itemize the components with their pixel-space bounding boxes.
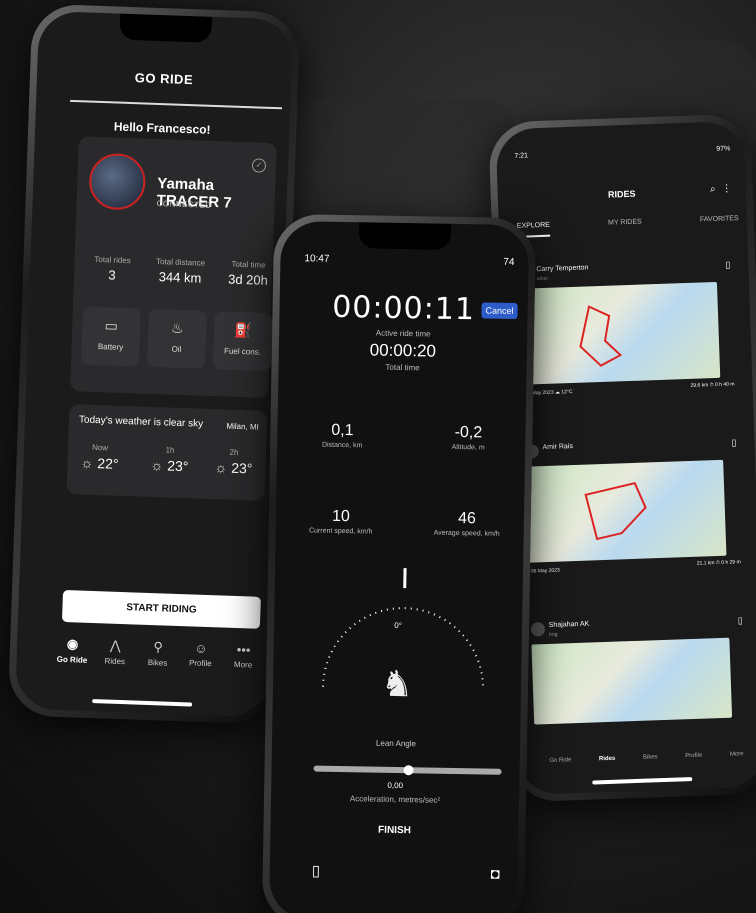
bike-avatar: [88, 152, 147, 211]
weather-location: Milan, MI: [226, 421, 260, 432]
tab-bikes[interactable]: Bikes: [643, 754, 658, 761]
oil-icon: ♨: [170, 319, 184, 337]
sun-icon: ☼: [214, 459, 228, 476]
bottom-tab-bar: Go Ride Rides Bikes Profile More: [535, 751, 756, 765]
sun-icon: ☼: [150, 456, 164, 474]
ride-user: Amir Rais: [542, 443, 574, 452]
acceleration-label: Acceleration, metres/sec²: [349, 794, 441, 805]
ride-date: 06 May 2023: [530, 567, 560, 575]
weather-title: Today's weather is clear sky: [78, 414, 204, 430]
ride-user-sub: hog: [549, 631, 558, 638]
route-map[interactable]: [519, 281, 721, 385]
home-indicator: [92, 699, 193, 707]
lean-angle-label: Lean Angle: [375, 738, 417, 749]
ride-card[interactable]: Carry Temperton other ▯ 06 May 2023 ☁ 12…: [518, 259, 738, 397]
tab-more[interactable]: ••• More: [222, 642, 264, 689]
acceleration-value: 0,00: [387, 780, 404, 791]
phone-go-ride: GO RIDE Hello Francesco! Yamaha TRACER 7…: [7, 3, 301, 725]
ride-user: Shajahan AK: [548, 620, 590, 629]
forecast-now: Now ☼ 22°: [80, 442, 119, 472]
ride-user-sub: other: [536, 275, 549, 283]
total-time-label: Total time: [385, 362, 420, 373]
stat-total-distance: Total distance 344 km: [155, 257, 206, 286]
rides-icon: ⋀: [109, 637, 121, 654]
status-bar: 7:21 97%: [514, 145, 730, 160]
bookmark-icon[interactable]: ▯: [738, 615, 743, 626]
route-map[interactable]: [531, 637, 733, 725]
motorcycle-icon: ♞: [380, 662, 414, 705]
total-time-value: 00:00:20: [369, 340, 437, 361]
ride-card[interactable]: Shajahan AK hog ▯: [530, 615, 751, 725]
tab-go-ride[interactable]: ◉ Go Ride: [51, 636, 93, 683]
start-riding-button[interactable]: START RIDING: [61, 589, 261, 629]
phone-ride-tracking: 10:47 74 00:00:11 Cancel Active ride tim…: [261, 213, 537, 913]
forecast-2h: 2h ☼ 23°: [214, 447, 253, 477]
page-title: GO RIDE: [134, 70, 194, 88]
route-map[interactable]: [525, 459, 727, 563]
battery-icon: ▭: [104, 317, 119, 334]
distance-metric: 0,1 Distance, km: [321, 421, 363, 450]
bike-status: CONNECTED: [156, 198, 212, 210]
active-ride-label: Active ride time: [375, 328, 431, 339]
home-indicator: [592, 777, 693, 785]
ride-user: Carry Temperton: [536, 264, 589, 274]
altitude-metric: -0,2 Altitude, m: [451, 423, 485, 452]
more-vertical-icon[interactable]: ⋮: [721, 183, 731, 194]
bike-card[interactable]: Yamaha TRACER 7 CONNECTED ✓ Total rides 3…: [70, 136, 277, 398]
tab-rides[interactable]: ⋀ Rides: [94, 637, 136, 684]
bikes-icon: ⚲: [153, 639, 164, 655]
forecast-1h: 1h ☼ 23°: [150, 445, 189, 475]
clock: 7:21: [514, 152, 529, 160]
stat-total-rides: Total rides 3: [94, 254, 131, 283]
status-bar: 10:47 74: [304, 253, 514, 268]
tab-bikes[interactable]: ⚲ Bikes: [137, 639, 179, 686]
tab-more[interactable]: More: [730, 751, 744, 757]
sun-icon: ☼: [80, 454, 94, 471]
clock: 10:47: [304, 253, 330, 265]
ride-distance: 29.6 km ⏱ 0 h 40 m: [690, 381, 735, 389]
notch: [358, 222, 452, 250]
rides-screen: 7:21 97% RIDES ⌕ ⋮ EXPLORE MY RIDES FAVO…: [495, 120, 756, 796]
tab-go-ride[interactable]: Go Ride: [549, 757, 571, 764]
average-speed-metric: 46 Average speed, km/h: [433, 510, 500, 538]
bookmark-icon[interactable]: ▯: [731, 437, 736, 448]
finish-button[interactable]: FINISH: [270, 823, 518, 838]
search-icon[interactable]: ⌕: [710, 184, 716, 195]
acceleration-indicator: [403, 765, 414, 776]
page-title: RIDES: [607, 188, 636, 200]
tab-my-rides[interactable]: MY RIDES: [608, 218, 642, 234]
go-ride-screen: GO RIDE Hello Francesco! Yamaha TRACER 7…: [14, 10, 294, 718]
check-icon: ✓: [251, 158, 267, 173]
more-icon: •••: [236, 642, 251, 658]
battery-level: 74: [503, 256, 515, 268]
battery-level: 97%: [716, 145, 731, 153]
acceleration-bar: [313, 765, 502, 776]
current-speed-metric: 10 Current speed, km/h: [308, 507, 373, 536]
profile-icon: ☺: [193, 640, 208, 657]
bookmark-icon[interactable]: ▯: [725, 259, 730, 270]
stat-total-time: Total time 3d 20h: [227, 259, 269, 288]
tab-profile[interactable]: Profile: [685, 753, 702, 760]
oil-tile[interactable]: ♨ Oil: [146, 308, 207, 369]
tab-profile[interactable]: ☺ Profile: [180, 640, 222, 687]
notch: [119, 13, 213, 43]
bottom-tab-bar: ◉ Go Ride ⋀ Rides ⚲ Bikes ☺ Profile ••• More: [50, 636, 265, 689]
weather-card: Today's weather is clear sky Milan, MI N…: [66, 404, 268, 501]
tab-favorites[interactable]: FAVORITES: [700, 215, 739, 231]
camera-icon[interactable]: ◘: [491, 866, 500, 883]
battery-tile[interactable]: ▭ Battery: [80, 306, 141, 367]
divider: [70, 99, 283, 110]
go-ride-icon: ◉: [66, 636, 79, 652]
greeting: Hello Francesco!: [113, 119, 211, 137]
map-icon[interactable]: ▯: [312, 862, 321, 880]
ride-tracking-screen: 10:47 74 00:00:11 Cancel Active ride tim…: [268, 220, 530, 913]
rides-tabs: EXPLORE MY RIDES FAVORITES: [516, 215, 739, 238]
ride-card[interactable]: Amir Rais ▯ 06 May 2023 21.1 km ⏱ 0 h 29…: [524, 437, 744, 575]
cancel-button[interactable]: Cancel: [481, 302, 518, 320]
fuel-tile[interactable]: ⛽ Fuel cons.: [212, 311, 273, 372]
avatar: [530, 622, 546, 637]
tab-rides[interactable]: Rides: [599, 756, 616, 763]
fuel-icon: ⛽: [234, 321, 253, 339]
ride-distance: 21.1 km ⏱ 0 h 29 m: [696, 559, 741, 567]
